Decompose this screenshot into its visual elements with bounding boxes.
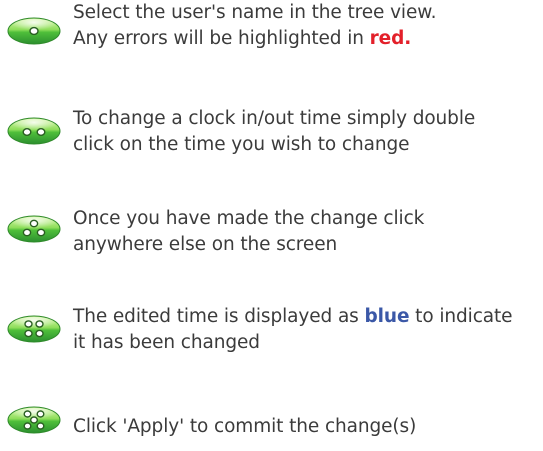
green-oval-five-dots-icon bbox=[5, 405, 63, 435]
step-3-line-2: anywhere else on the screen bbox=[73, 234, 338, 255]
green-oval-one-dot-icon bbox=[5, 16, 63, 46]
instruction-step-4: The edited time is displayed as blue to … bbox=[0, 304, 543, 364]
step-1-line-2: Any errors will be highlighted in red. bbox=[73, 28, 412, 49]
step-5-line-1: Click 'Apply' to commit the change(s) bbox=[73, 416, 417, 437]
step-1-line-1: Select the user's name in the tree view. bbox=[73, 2, 437, 23]
step-2-line-2: click on the time you wish to change bbox=[73, 134, 410, 155]
instruction-step-2: To change a clock in/out time simply dou… bbox=[0, 106, 543, 166]
green-oval-two-dots-icon bbox=[5, 116, 63, 146]
step-4-line-2: it has been changed bbox=[73, 332, 260, 353]
edited-color-label: blue bbox=[364, 306, 410, 327]
error-color-label: red. bbox=[369, 28, 412, 49]
instruction-step-5: Click 'Apply' to commit the change(s) bbox=[0, 405, 543, 451]
green-oval-three-dots-icon bbox=[5, 214, 63, 244]
step-4-line-1: The edited time is displayed as blue to … bbox=[73, 306, 513, 327]
green-oval-four-dots-icon bbox=[5, 314, 63, 344]
step-2-line-1: To change a clock in/out time simply dou… bbox=[73, 108, 476, 129]
instruction-step-3: Once you have made the change click anyw… bbox=[0, 206, 543, 266]
instruction-step-1: Select the user's name in the tree view.… bbox=[0, 0, 543, 60]
step-3-line-1: Once you have made the change click bbox=[73, 208, 425, 229]
